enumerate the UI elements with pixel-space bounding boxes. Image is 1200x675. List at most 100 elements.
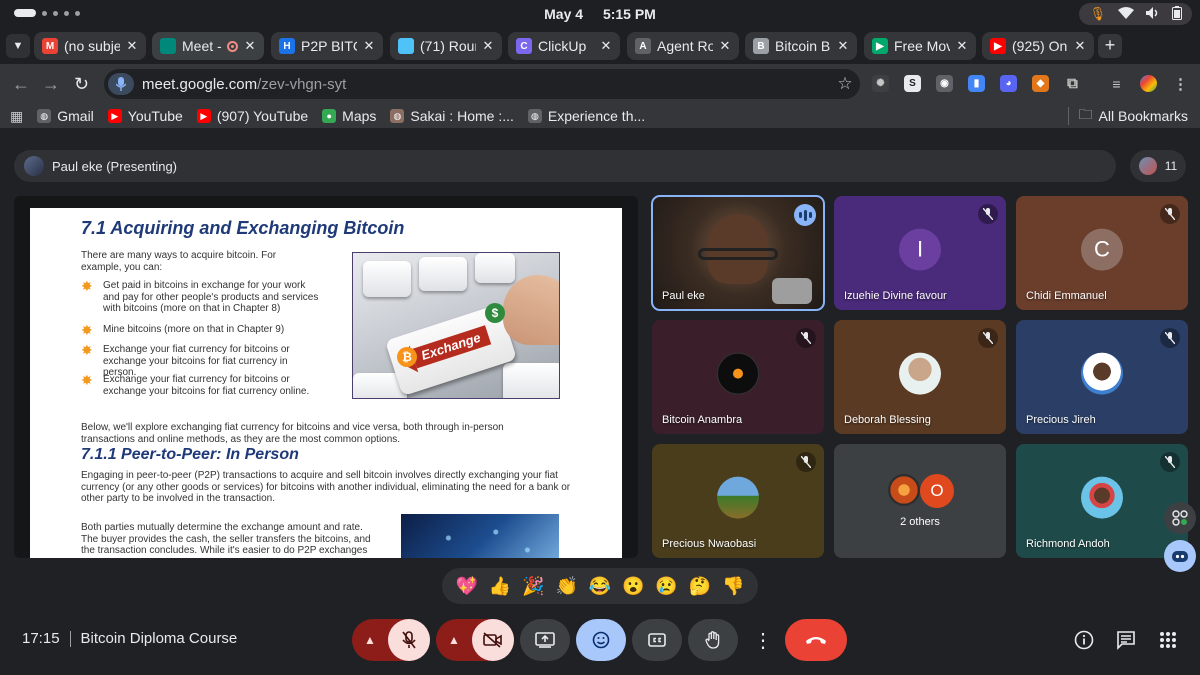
activities-icon[interactable] bbox=[1164, 502, 1196, 534]
reaction-emoji[interactable]: 🤔 bbox=[689, 576, 711, 597]
extension-s-icon[interactable]: S bbox=[904, 75, 921, 92]
dollar-coin-icon: $ bbox=[485, 303, 505, 323]
participant-tile[interactable]: Precious Jireh bbox=[1016, 320, 1188, 434]
extension-atom-icon[interactable]: ✺ bbox=[872, 75, 889, 92]
end-call-icon bbox=[806, 637, 826, 644]
participant-tile[interactable]: C Chidi Emmanuel bbox=[1016, 196, 1188, 310]
browser-tab[interactable]: H P2P BITC ✕ bbox=[271, 32, 383, 60]
meeting-details-icon[interactable] bbox=[1072, 628, 1096, 652]
metamask-fox-icon[interactable]: ◆ bbox=[1032, 75, 1049, 92]
recording-indicator-icon bbox=[227, 40, 238, 52]
tab-favicon-icon bbox=[398, 38, 414, 54]
reaction-emoji[interactable]: 😮 bbox=[622, 576, 644, 597]
close-tab-icon[interactable]: ✕ bbox=[598, 38, 614, 54]
meet-window: Paul eke (Presenting) 11 7.1 Acquiring a… bbox=[0, 128, 1200, 675]
raise-hand-button[interactable] bbox=[688, 619, 738, 661]
close-tab-icon[interactable]: ✕ bbox=[361, 38, 377, 54]
system-tray[interactable]: 🎙 bbox=[1079, 3, 1192, 25]
close-tab-icon[interactable]: ✕ bbox=[1072, 38, 1088, 54]
present-screen-button[interactable] bbox=[520, 619, 570, 661]
browser-tab[interactable]: Meet - ✕ bbox=[152, 32, 264, 60]
send-reaction-button[interactable] bbox=[576, 619, 626, 661]
participant-tile[interactable]: Bitcoin Anambra bbox=[652, 320, 824, 434]
browser-tab[interactable]: B Bitcoin B ✕ bbox=[745, 32, 857, 60]
bookmark-item[interactable]: ◍ Sakai : Home :... bbox=[390, 108, 514, 124]
tab-title: ClickUp bbox=[538, 38, 587, 54]
participant-tile[interactable]: Deborah Blessing bbox=[834, 320, 1006, 434]
close-tab-icon[interactable]: ✕ bbox=[242, 38, 258, 54]
close-tab-icon[interactable]: ✕ bbox=[480, 38, 496, 54]
more-options-button[interactable]: ⋮ bbox=[748, 625, 778, 655]
address-bar[interactable]: meet.google.com/zev-vhgn-syt ☆ bbox=[104, 69, 860, 99]
back-arrow-icon[interactable]: ← bbox=[12, 74, 30, 95]
participants-button[interactable]: 11 bbox=[1130, 150, 1186, 182]
globe-icon: ◍ bbox=[527, 109, 542, 123]
reaction-emoji[interactable]: 💖 bbox=[455, 576, 477, 597]
others-label: 2 others bbox=[900, 516, 940, 528]
reaction-emoji[interactable]: 👎 bbox=[722, 576, 744, 597]
reaction-emoji[interactable]: 😢 bbox=[655, 576, 677, 597]
others-tile[interactable]: O 2 others bbox=[834, 444, 1006, 558]
extension-discord-icon[interactable]: ◕ bbox=[1000, 75, 1017, 92]
browser-tab[interactable]: ▶ (925) On ✕ bbox=[982, 32, 1094, 60]
close-tab-icon[interactable]: ✕ bbox=[124, 38, 140, 54]
reaction-emoji[interactable]: 👍 bbox=[489, 576, 511, 597]
chat-icon[interactable] bbox=[1114, 628, 1138, 652]
system-clock[interactable]: May 4 5:15 PM bbox=[0, 6, 1200, 22]
new-tab-button[interactable]: + bbox=[1098, 34, 1122, 58]
bookmark-item[interactable]: ◍ Gmail bbox=[37, 108, 94, 124]
activities-grid-icon[interactable] bbox=[1156, 628, 1180, 652]
extension-docs-icon[interactable]: ▮ bbox=[968, 75, 985, 92]
reload-icon[interactable]: ↻ bbox=[74, 74, 89, 95]
leave-call-button[interactable] bbox=[785, 619, 847, 661]
audio-options-chevron-icon[interactable]: ▲ bbox=[352, 619, 388, 661]
participant-name: Chidi Emmanuel bbox=[1026, 290, 1107, 302]
profile-avatar[interactable] bbox=[1140, 75, 1157, 92]
bookmark-item[interactable]: ▶ YouTube bbox=[107, 108, 183, 124]
participant-tile[interactable]: I Izuehie Divine favour bbox=[834, 196, 1006, 310]
reaction-emoji[interactable]: 😂 bbox=[589, 576, 611, 597]
doc-parties-paragraph: Both parties mutually determine the exch… bbox=[81, 522, 371, 556]
camera-icon[interactable]: ◉ bbox=[936, 75, 953, 92]
camera-toggle-button[interactable] bbox=[472, 619, 514, 661]
close-tab-icon[interactable]: ✕ bbox=[954, 38, 970, 54]
participant-name: Richmond Andoh bbox=[1026, 538, 1110, 550]
doc-subheading: 7.1.1 Peer-to-Peer: In Person bbox=[81, 446, 299, 463]
close-tab-icon[interactable]: ✕ bbox=[717, 38, 733, 54]
browser-tab[interactable]: M (no subje ✕ bbox=[34, 32, 146, 60]
apps-grid-icon[interactable]: ▦ bbox=[10, 108, 23, 125]
doc-bullet: ✸ Mine bitcoins (more on that in Chapter… bbox=[81, 322, 285, 338]
browser-menu-icon[interactable]: ⋮ bbox=[1172, 75, 1189, 93]
reaction-emoji[interactable]: 👏 bbox=[555, 576, 577, 597]
bookmark-star-icon[interactable]: ☆ bbox=[830, 74, 860, 94]
reaction-emoji[interactable]: 🎉 bbox=[522, 576, 544, 597]
all-bookmarks-button[interactable]: 🗀 All Bookmarks bbox=[1079, 104, 1188, 128]
captions-button[interactable] bbox=[632, 619, 682, 661]
participant-tile[interactable]: Precious Nwaobasi bbox=[652, 444, 824, 558]
microphone-image bbox=[772, 278, 812, 304]
mic-off-icon bbox=[1160, 452, 1180, 472]
participant-tile[interactable]: Richmond Andoh bbox=[1016, 444, 1188, 558]
bookmark-item[interactable]: ▶ (907) YouTube bbox=[196, 108, 308, 124]
site-info-icon[interactable] bbox=[108, 73, 134, 95]
extensions-puzzle-icon[interactable]: ⧉ bbox=[1064, 75, 1081, 92]
tab-title: (71) Rour bbox=[420, 38, 476, 54]
presenting-bar[interactable]: Paul eke (Presenting) bbox=[14, 150, 1116, 182]
tab-search-button[interactable]: ▼ bbox=[6, 34, 30, 58]
companion-bot-icon[interactable] bbox=[1164, 540, 1196, 572]
video-options-chevron-icon[interactable]: ▲ bbox=[436, 619, 472, 661]
mic-toggle-button[interactable] bbox=[388, 619, 430, 661]
browser-tab[interactable]: C ClickUp ✕ bbox=[508, 32, 620, 60]
close-tab-icon[interactable]: ✕ bbox=[835, 38, 851, 54]
bookmarks-divider bbox=[1067, 107, 1069, 125]
forward-arrow-icon[interactable]: → bbox=[42, 74, 60, 95]
participant-tile[interactable]: Paul eke bbox=[651, 195, 825, 311]
presentation-area[interactable]: 7.1 Acquiring and Exchanging Bitcoin The… bbox=[14, 196, 638, 558]
bookmark-item[interactable]: ● Maps bbox=[322, 108, 376, 124]
browser-tab[interactable]: A Agent Ro ✕ bbox=[627, 32, 739, 60]
browser-tab[interactable]: ▶ Free Mov ✕ bbox=[864, 32, 976, 60]
browser-tab[interactable]: (71) Rour ✕ bbox=[390, 32, 502, 60]
bookmark-item[interactable]: ◍ Experience th... bbox=[527, 108, 645, 124]
media-queue-icon[interactable]: ≡ bbox=[1108, 75, 1125, 92]
bullet-star-icon: ✸ bbox=[81, 342, 93, 358]
